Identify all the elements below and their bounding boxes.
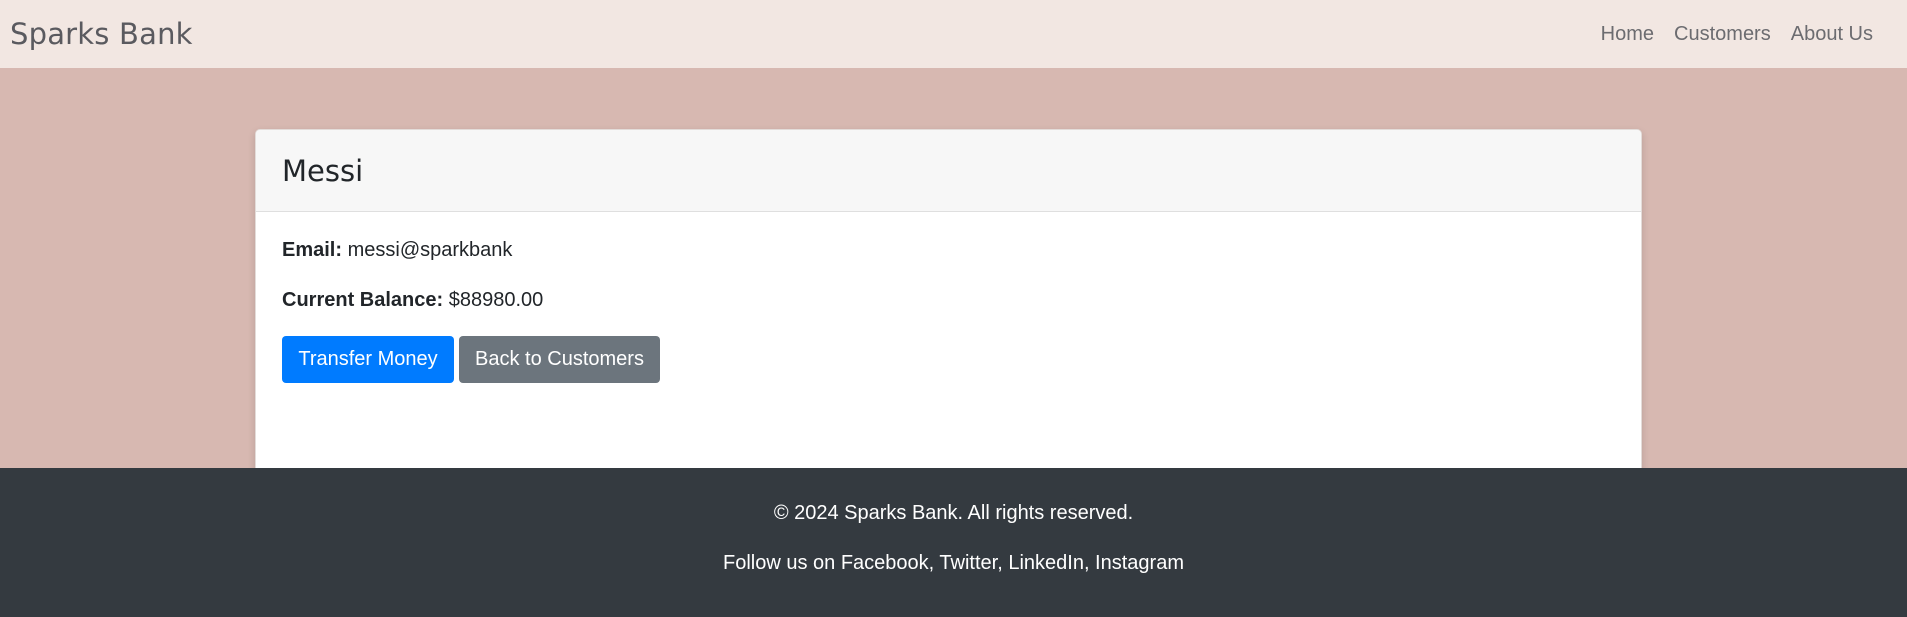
- footer-copyright: © 2024 Sparks Bank. All rights reserved.: [773, 502, 1134, 524]
- footer: © 2024 Sparks Bank. All rights reserved.…: [0, 468, 1907, 617]
- customer-card: Messi Email: messi@sparkbank Current Bal…: [255, 129, 1642, 476]
- email-label: Email:: [282, 239, 343, 261]
- balance-label: Current Balance:: [282, 289, 444, 311]
- main-content: Messi Email: messi@sparkbank Current Bal…: [0, 68, 1907, 476]
- nav-link-customers[interactable]: Customers: [1664, 23, 1781, 46]
- balance-value: $88980.00: [448, 289, 544, 311]
- nav-link-about-us[interactable]: About Us: [1781, 23, 1883, 46]
- card-header: Messi: [256, 130, 1641, 212]
- customer-name: Messi: [282, 153, 364, 188]
- nav-links: Home Customers About Us: [1591, 23, 1883, 46]
- back-to-customers-button[interactable]: Back to Customers: [459, 336, 660, 383]
- card-body: Email: messi@sparkbank Current Balance: …: [256, 212, 1641, 409]
- navbar: Sparks Bank Home Customers About Us: [0, 0, 1907, 68]
- transfer-money-button[interactable]: Transfer Money: [282, 336, 454, 383]
- balance-row: Current Balance: $88980.00: [282, 288, 1615, 312]
- brand-logo[interactable]: Sparks Bank: [10, 17, 193, 51]
- email-row: Email: messi@sparkbank: [282, 238, 1615, 262]
- footer-follow-text: Follow us on Facebook, Twitter, LinkedIn…: [723, 552, 1184, 574]
- email-value: messi@sparkbank: [347, 239, 513, 261]
- action-buttons: Transfer Money Back to Customers: [282, 336, 1615, 383]
- nav-link-home[interactable]: Home: [1591, 23, 1664, 46]
